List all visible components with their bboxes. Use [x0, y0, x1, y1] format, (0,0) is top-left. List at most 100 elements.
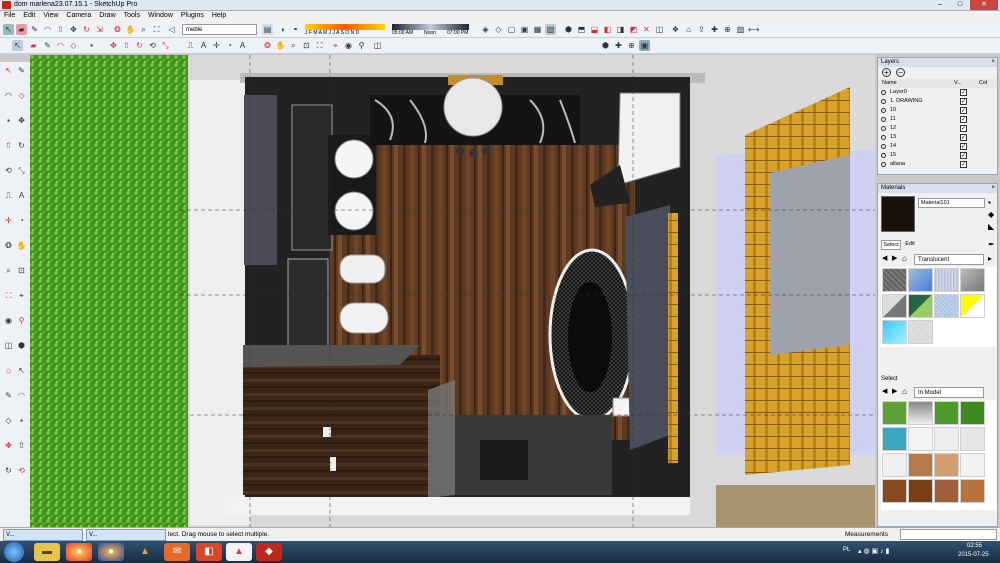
sink-1[interactable] — [334, 139, 374, 179]
tool-icon[interactable]: ✛ — [3, 215, 14, 226]
back-icon[interactable]: ◀ — [882, 254, 887, 262]
swatch[interactable] — [882, 427, 907, 451]
swatch[interactable] — [908, 401, 933, 425]
tool-icon[interactable]: ◠ — [16, 390, 27, 401]
swatch[interactable] — [882, 479, 907, 503]
language-indicator[interactable]: PL — [843, 547, 850, 553]
orbit-tool-icon[interactable]: ❂ — [262, 40, 273, 51]
walk-icon[interactable]: ⚲ — [356, 40, 367, 51]
iso-tool-icon[interactable]: ⬢ — [600, 40, 611, 51]
layer-visible-checkbox[interactable]: ✓ — [960, 98, 967, 105]
left-view-icon[interactable]: ◩ — [628, 24, 639, 35]
zoom-icon[interactable]: ⌕ — [138, 24, 149, 35]
layer-row[interactable]: 1. DRAWING ✓ — [878, 97, 997, 106]
tool-icon[interactable]: ⌕ — [3, 265, 14, 276]
menu-window[interactable]: Window — [144, 11, 177, 20]
zoom-tool-icon[interactable]: ⌕ — [288, 40, 299, 51]
sketchup-icon[interactable]: ◆ — [256, 543, 282, 561]
maximize-button[interactable]: □ — [950, 0, 970, 10]
home-icon[interactable]: ⌂ — [902, 254, 907, 263]
look-around-icon[interactable]: ◉ — [343, 40, 354, 51]
swatch[interactable] — [960, 401, 985, 425]
menu-camera[interactable]: Camera — [62, 11, 95, 20]
shaded-icon[interactable]: ▣ — [519, 24, 530, 35]
tool-icon[interactable]: ◉ — [3, 315, 14, 326]
tray-icons[interactable]: ▴ ◍ ▣ ♪ ▮ — [858, 547, 889, 555]
position-camera-icon[interactable]: ⌖ — [330, 40, 341, 51]
create-material-icon[interactable]: ◆ — [988, 210, 994, 219]
acrobat-icon[interactable]: ▲ — [226, 543, 252, 561]
sandbox-icon[interactable]: ⊕ — [626, 40, 637, 51]
pan-icon[interactable]: ✋ — [125, 24, 136, 35]
tab-select[interactable]: Select — [881, 240, 901, 250]
model-viewport[interactable] — [30, 55, 875, 527]
swatch[interactable] — [908, 479, 933, 503]
layer-visible-checkbox[interactable]: ✓ — [960, 107, 967, 114]
select-tool-icon[interactable]: ↖ — [12, 40, 23, 51]
back-icon[interactable]: ◀ — [882, 387, 887, 395]
layer-row[interactable]: altana ✓ — [878, 160, 997, 169]
select-icon[interactable]: ↖ — [3, 24, 14, 35]
layer-visible-checkbox[interactable]: ✓ — [960, 161, 967, 168]
offset-icon[interactable]: ⇲ — [94, 24, 105, 35]
rotate-icon[interactable]: ↻ — [81, 24, 92, 35]
layer-row[interactable]: 12 ✓ — [878, 124, 997, 133]
layer-visible-checkbox[interactable]: ✓ — [960, 116, 967, 123]
axes-icon[interactable]: ✛ — [211, 40, 222, 51]
tool-icon[interactable]: ⟲ — [3, 165, 14, 176]
pencil-tool-icon[interactable]: ✎ — [42, 40, 53, 51]
menu-draw[interactable]: Draw — [95, 11, 119, 20]
close-button[interactable]: ✕ — [970, 0, 998, 10]
section-tool-icon[interactable]: ◫ — [372, 40, 383, 51]
tool-icon[interactable]: ⊡ — [16, 265, 27, 276]
save-material-icon[interactable]: ▪ — [988, 198, 991, 207]
menu-plugins[interactable]: Plugins — [177, 11, 208, 20]
swatch[interactable] — [882, 320, 907, 344]
layer-visible-checkbox[interactable]: ✓ — [960, 134, 967, 141]
pushpull-tool-icon[interactable]: ⇧ — [121, 40, 132, 51]
model-combo[interactable]: In Model — [914, 387, 984, 398]
text-icon[interactable]: A — [198, 40, 209, 51]
menu-file[interactable]: File — [0, 11, 19, 20]
forward-icon[interactable]: ▶ — [892, 254, 897, 262]
details-icon[interactable]: ▸ — [988, 254, 992, 263]
wireframe-icon[interactable]: ◇ — [493, 24, 504, 35]
layer-radio[interactable] — [881, 108, 886, 113]
remove-layer-icon[interactable]: – — [896, 68, 905, 77]
zoom-extents-tool-icon[interactable]: ⛶ — [314, 40, 325, 51]
tool-icon[interactable]: ✎ — [3, 390, 14, 401]
bidet[interactable] — [339, 302, 389, 334]
tool-icon[interactable]: ↖ — [3, 65, 14, 76]
swatch[interactable] — [882, 268, 907, 292]
protractor-icon[interactable]: ◔ — [224, 40, 235, 51]
counter[interactable] — [243, 345, 420, 367]
extension-icon[interactable]: ✚ — [709, 24, 720, 35]
outliner-icon[interactable]: ▣ — [639, 40, 650, 51]
components-icon[interactable]: ❖ — [670, 24, 681, 35]
xray-icon[interactable]: ◈ — [480, 24, 491, 35]
front-view-icon[interactable]: ⬓ — [589, 24, 600, 35]
layer-radio[interactable] — [881, 90, 886, 95]
pencil-icon[interactable]: ✎ — [29, 24, 40, 35]
tool-icon[interactable]: ⇧ — [16, 440, 27, 451]
layer-radio[interactable] — [881, 99, 886, 104]
layer-combo[interactable]: meble — [182, 24, 257, 35]
warehouse-icon[interactable]: ⌂ — [683, 24, 694, 35]
layer-row[interactable]: 11 ✓ — [878, 115, 997, 124]
move-tool-icon[interactable]: ✥ — [108, 40, 119, 51]
material-name-field[interactable]: Material101 — [918, 198, 985, 208]
layer-row[interactable]: Layer0 ✓ — [878, 88, 997, 97]
default-material-icon[interactable]: ◣ — [988, 222, 994, 231]
measurements-field[interactable] — [900, 529, 997, 540]
follow-me-icon[interactable]: ⟲ — [147, 40, 158, 51]
home-icon[interactable]: ⌂ — [902, 387, 907, 396]
chrome-icon[interactable]: ● — [66, 543, 92, 561]
tool-icon[interactable]: ↻ — [3, 465, 14, 476]
pan-tool-icon[interactable]: ✋ — [275, 40, 286, 51]
layer-row[interactable]: 15 ✓ — [878, 151, 997, 160]
swatch[interactable] — [960, 268, 985, 292]
layer-radio[interactable] — [881, 126, 886, 131]
tool-icon[interactable]: ◇ — [16, 90, 27, 101]
tool-icon[interactable]: ❂ — [3, 240, 14, 251]
tool-icon[interactable]: ↖ — [16, 365, 27, 376]
